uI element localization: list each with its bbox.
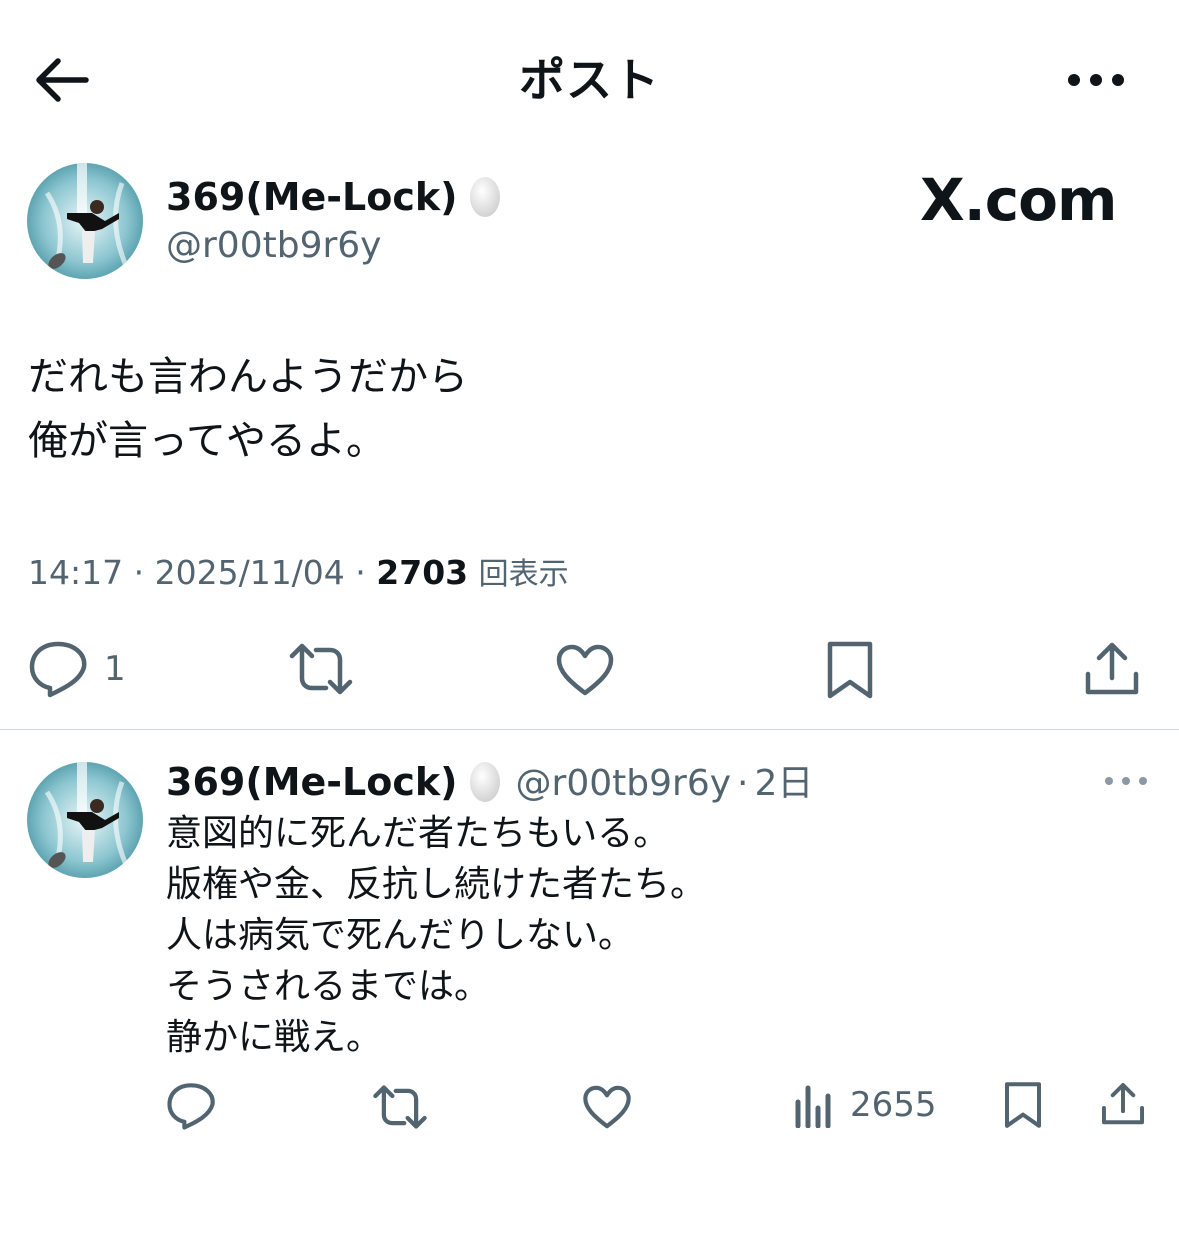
author-avatar[interactable] — [27, 163, 143, 279]
meta-separator: · — [133, 553, 155, 592]
reply-age[interactable]: 2日 — [754, 763, 813, 804]
post-text-line: 俺が言ってやるよ。 — [28, 418, 386, 464]
analytics-icon — [795, 1085, 831, 1128]
reply-repost-button[interactable] — [372, 1084, 428, 1130]
post-date[interactable]: 2025/11/04 — [155, 553, 345, 592]
egg-icon — [469, 177, 500, 217]
reply-share-button[interactable] — [1100, 1080, 1146, 1128]
reply-text-line: 静かに戦え。 — [166, 1017, 383, 1058]
share-icon — [1101, 1082, 1145, 1125]
avatar-image — [27, 762, 143, 878]
post-body: だれも言わんようだから 俺が言ってやるよ。 — [28, 345, 468, 473]
like-icon — [583, 1085, 631, 1129]
page-title: ポスト — [519, 53, 660, 107]
reply-icon — [167, 1083, 215, 1130]
share-icon — [1085, 642, 1139, 695]
bookmark-icon — [1005, 1082, 1041, 1128]
reply-text-line: 意図的に死んだ者たちもいる。 — [166, 813, 670, 854]
more-options-button[interactable] — [1060, 58, 1132, 102]
reply-button[interactable]: 1 — [28, 640, 126, 698]
meta-separator: · — [355, 553, 377, 592]
post-text-line: だれも言わんようだから — [28, 354, 468, 400]
meta-separator: · — [737, 763, 749, 804]
reply-icon — [29, 641, 87, 698]
more-icon — [1068, 74, 1124, 86]
reply-reply-button[interactable] — [166, 1082, 216, 1130]
reply-author-line: 369(Me-Lock) @r00tb9r6y · 2日 — [166, 757, 813, 809]
repost-icon — [289, 643, 353, 695]
reply-text-line: 人は病気で死んだりしない。 — [166, 915, 635, 956]
reply-author-name[interactable]: 369(Me-Lock) — [166, 760, 458, 804]
author-handle[interactable]: @r00tb9r6y — [166, 222, 382, 270]
reply-bookmark-button[interactable] — [1003, 1081, 1043, 1129]
views-count: 2703 — [376, 553, 469, 592]
reply-like-button[interactable] — [582, 1084, 632, 1130]
reply-more-button[interactable] — [1096, 764, 1156, 798]
author-display-name[interactable]: 369(Me-Lock) — [166, 172, 502, 222]
like-icon — [556, 644, 614, 696]
x-brand-watermark: X.com — [920, 166, 1117, 234]
repost-icon — [373, 1085, 427, 1129]
bookmark-button[interactable] — [825, 640, 875, 700]
brand-text: X.com — [920, 166, 1117, 234]
reply-analytics-button[interactable]: 2655 — [794, 1082, 937, 1128]
author-name-text: 369(Me-Lock) — [166, 175, 458, 219]
reply-body: 意図的に死んだ者たちもいる。 版権や金、反抗し続けた者たち。 人は病気で死んだり… — [166, 808, 706, 1063]
reply-author-avatar[interactable] — [27, 762, 143, 878]
like-button[interactable] — [555, 643, 615, 697]
share-button[interactable] — [1083, 640, 1141, 698]
reply-count: 1 — [104, 649, 126, 689]
reply-author-handle[interactable]: @r00tb9r6y — [516, 763, 732, 804]
views-label: 回表示 — [478, 557, 569, 592]
post-time[interactable]: 14:17 — [28, 553, 123, 592]
divider — [0, 729, 1179, 730]
repost-button[interactable] — [288, 642, 354, 696]
avatar-image — [27, 163, 143, 279]
reply-text-line: 版権や金、反抗し続けた者たち。 — [166, 864, 707, 905]
more-icon — [1105, 777, 1147, 785]
egg-icon — [469, 762, 500, 802]
reply-views-count: 2655 — [850, 1085, 937, 1125]
bookmark-icon — [827, 641, 873, 699]
reply-text-line: そうされるまでは。 — [166, 966, 491, 1007]
post-meta: 14:17 · 2025/11/04 · 2703 回表示 — [28, 550, 569, 598]
